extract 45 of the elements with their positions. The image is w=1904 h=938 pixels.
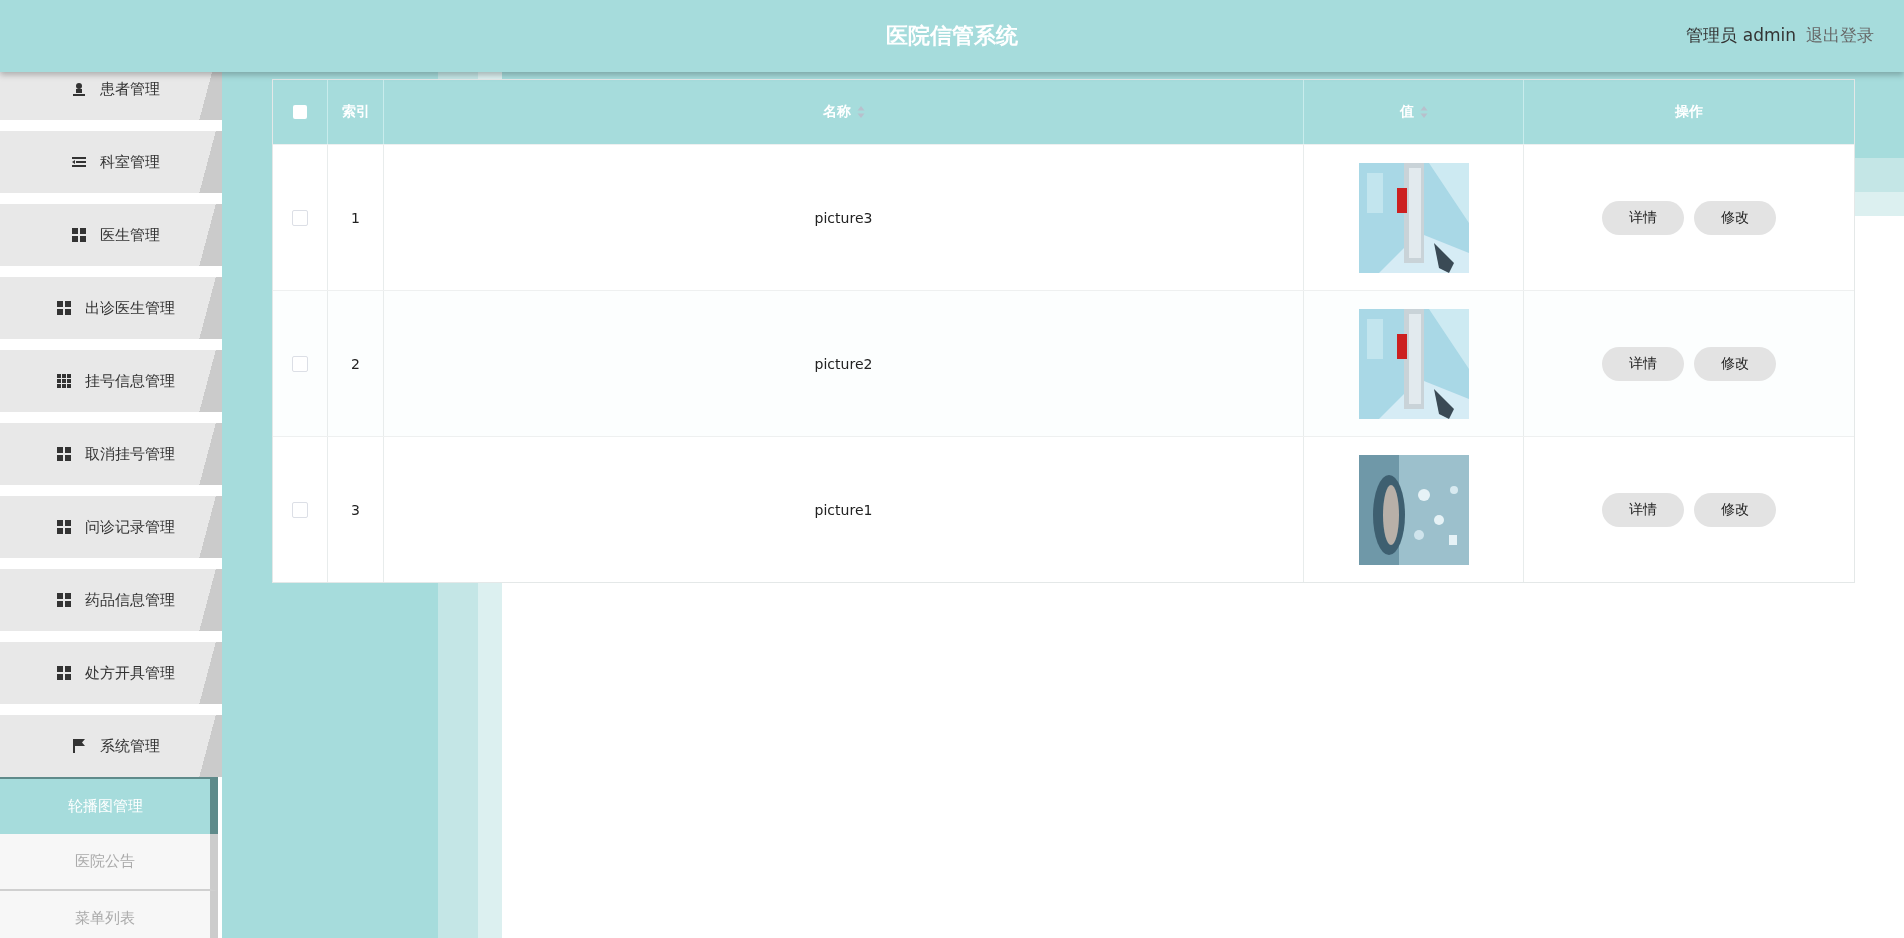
grid-icon bbox=[72, 228, 86, 242]
sort-icon[interactable] bbox=[1419, 105, 1428, 119]
list-icon bbox=[72, 155, 86, 169]
sort-icon[interactable] bbox=[856, 105, 865, 119]
details-button[interactable]: 详情 bbox=[1602, 200, 1684, 235]
menu-item[interactable]: 问诊记录管理 bbox=[0, 496, 222, 558]
flag-icon bbox=[72, 739, 86, 753]
grid-icon bbox=[57, 301, 71, 315]
menu-item[interactable]: 挂号信息管理 bbox=[0, 350, 222, 412]
menu-item[interactable]: 处方开具管理 bbox=[0, 642, 222, 704]
edit-button[interactable]: 修改 bbox=[1694, 492, 1776, 527]
menu-item[interactable]: 医生管理 bbox=[0, 204, 222, 266]
column-header: 操作 bbox=[1675, 103, 1703, 121]
user-label: 管理员 admin bbox=[1686, 24, 1796, 47]
grid-icon bbox=[57, 666, 71, 680]
menu-item[interactable]: 系统管理 bbox=[0, 715, 222, 777]
table-cell: picture2 bbox=[814, 355, 873, 372]
menu-item[interactable]: 取消挂号管理 bbox=[0, 423, 222, 485]
column-header: 索引 bbox=[341, 103, 370, 121]
app-title: 医院信管系统 bbox=[886, 22, 1018, 50]
menu-item[interactable]: 药品信息管理 bbox=[0, 569, 222, 631]
edit-button[interactable]: 修改 bbox=[1694, 346, 1776, 381]
table-cell: 2 bbox=[351, 355, 360, 372]
row-checkbox[interactable] bbox=[292, 355, 308, 372]
table-cell: 1 bbox=[351, 209, 360, 226]
row-checkbox[interactable] bbox=[292, 501, 308, 518]
select-all-checkbox[interactable] bbox=[293, 105, 307, 119]
logout-link[interactable]: 退出登录 bbox=[1806, 24, 1874, 47]
edit-button[interactable]: 修改 bbox=[1694, 200, 1776, 235]
menu-item[interactable]: 科室管理 bbox=[0, 131, 222, 193]
menu-item[interactable]: 出诊医生管理 bbox=[0, 277, 222, 339]
details-button[interactable]: 详情 bbox=[1602, 346, 1684, 381]
menu-item[interactable]: 患者管理 bbox=[0, 72, 222, 120]
grid-icon bbox=[57, 520, 71, 534]
table-cell: picture3 bbox=[814, 209, 873, 226]
grid-icon bbox=[57, 593, 71, 607]
details-button[interactable]: 详情 bbox=[1602, 492, 1684, 527]
grid-icon bbox=[57, 447, 71, 461]
grid-icon bbox=[57, 374, 71, 388]
column-header: 值 bbox=[1399, 103, 1414, 121]
person-icon bbox=[72, 82, 86, 96]
row-checkbox[interactable] bbox=[292, 209, 308, 226]
column-header: 名称 bbox=[822, 103, 851, 121]
table-cell: 3 bbox=[351, 501, 360, 518]
table-cell: picture1 bbox=[814, 501, 873, 518]
